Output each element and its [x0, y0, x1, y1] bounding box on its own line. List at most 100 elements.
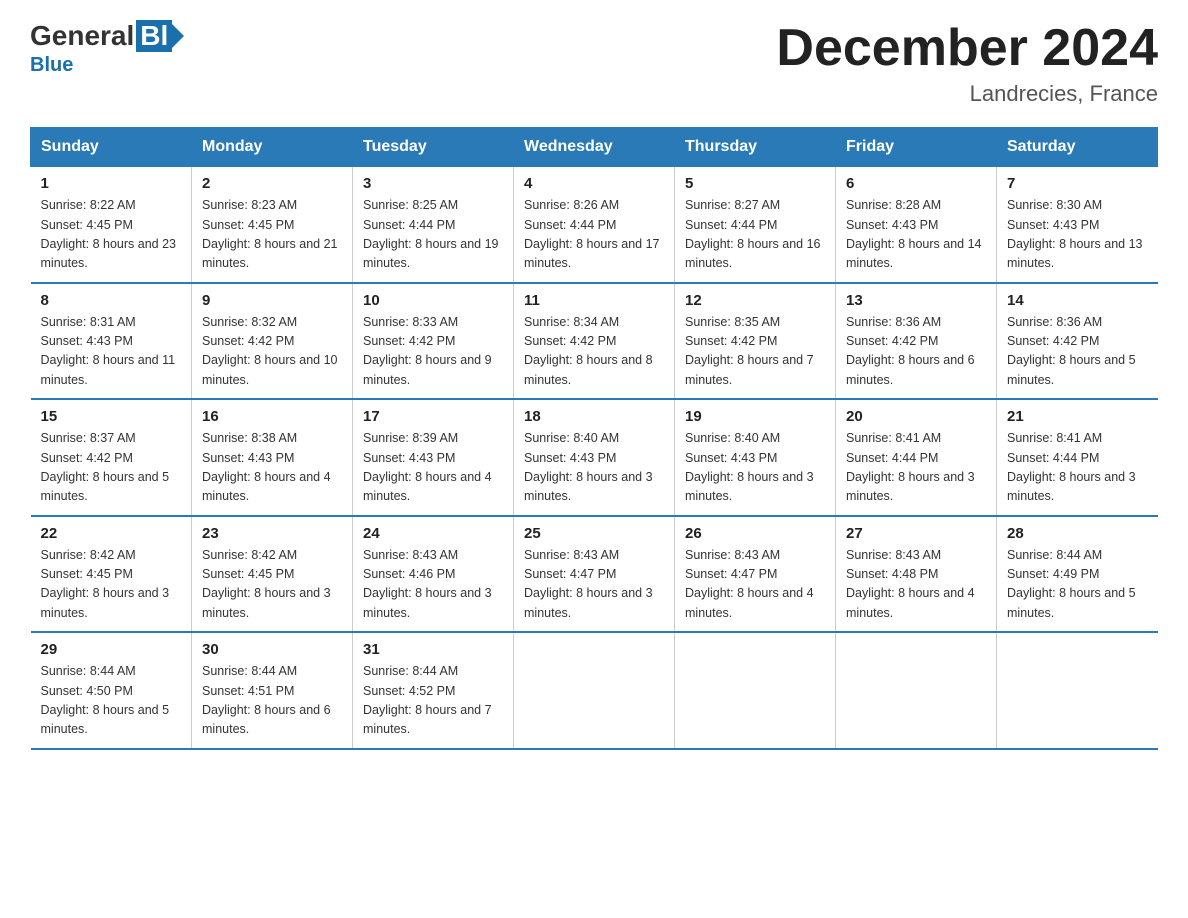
calendar-table: SundayMondayTuesdayWednesdayThursdayFrid…	[30, 127, 1158, 750]
day-info: Sunrise: 8:36 AMSunset: 4:42 PMDaylight:…	[1007, 313, 1148, 391]
calendar-cell	[836, 632, 997, 749]
day-number: 9	[202, 292, 342, 309]
day-number: 19	[685, 408, 825, 425]
day-info: Sunrise: 8:36 AMSunset: 4:42 PMDaylight:…	[846, 313, 986, 391]
calendar-cell: 27 Sunrise: 8:43 AMSunset: 4:48 PMDaylig…	[836, 516, 997, 633]
calendar-cell: 2 Sunrise: 8:23 AMSunset: 4:45 PMDayligh…	[192, 167, 353, 283]
page-header: General Bl Blue December 2024 Landrecies…	[30, 20, 1158, 107]
calendar-cell	[514, 632, 675, 749]
day-info: Sunrise: 8:41 AMSunset: 4:44 PMDaylight:…	[1007, 429, 1148, 507]
day-info: Sunrise: 8:38 AMSunset: 4:43 PMDaylight:…	[202, 429, 342, 507]
calendar-cell: 26 Sunrise: 8:43 AMSunset: 4:47 PMDaylig…	[675, 516, 836, 633]
day-number: 20	[846, 408, 986, 425]
day-info: Sunrise: 8:43 AMSunset: 4:47 PMDaylight:…	[524, 546, 664, 624]
day-number: 27	[846, 525, 986, 542]
day-number: 26	[685, 525, 825, 542]
calendar-week-row: 22 Sunrise: 8:42 AMSunset: 4:45 PMDaylig…	[31, 516, 1158, 633]
logo-subtitle: Blue	[30, 54, 73, 77]
day-info: Sunrise: 8:42 AMSunset: 4:45 PMDaylight:…	[41, 546, 182, 624]
day-info: Sunrise: 8:42 AMSunset: 4:45 PMDaylight:…	[202, 546, 342, 624]
day-number: 30	[202, 641, 342, 658]
day-number: 3	[363, 175, 503, 192]
calendar-cell: 13 Sunrise: 8:36 AMSunset: 4:42 PMDaylig…	[836, 283, 997, 400]
day-info: Sunrise: 8:40 AMSunset: 4:43 PMDaylight:…	[685, 429, 825, 507]
day-number: 12	[685, 292, 825, 309]
day-number: 15	[41, 408, 182, 425]
calendar-cell: 16 Sunrise: 8:38 AMSunset: 4:43 PMDaylig…	[192, 399, 353, 516]
day-info: Sunrise: 8:32 AMSunset: 4:42 PMDaylight:…	[202, 313, 342, 391]
calendar-cell: 14 Sunrise: 8:36 AMSunset: 4:42 PMDaylig…	[997, 283, 1158, 400]
day-number: 29	[41, 641, 182, 658]
calendar-cell: 28 Sunrise: 8:44 AMSunset: 4:49 PMDaylig…	[997, 516, 1158, 633]
month-title: December 2024	[776, 20, 1158, 77]
day-number: 11	[524, 292, 664, 309]
weekday-header-monday: Monday	[192, 128, 353, 167]
day-number: 7	[1007, 175, 1148, 192]
location: Landrecies, France	[776, 81, 1158, 107]
calendar-cell: 23 Sunrise: 8:42 AMSunset: 4:45 PMDaylig…	[192, 516, 353, 633]
day-info: Sunrise: 8:41 AMSunset: 4:44 PMDaylight:…	[846, 429, 986, 507]
day-number: 10	[363, 292, 503, 309]
day-info: Sunrise: 8:44 AMSunset: 4:51 PMDaylight:…	[202, 662, 342, 740]
day-number: 14	[1007, 292, 1148, 309]
calendar-cell: 20 Sunrise: 8:41 AMSunset: 4:44 PMDaylig…	[836, 399, 997, 516]
calendar-week-row: 8 Sunrise: 8:31 AMSunset: 4:43 PMDayligh…	[31, 283, 1158, 400]
logo: General Bl Blue	[30, 20, 184, 77]
weekday-header-sunday: Sunday	[31, 128, 192, 167]
calendar-week-row: 15 Sunrise: 8:37 AMSunset: 4:42 PMDaylig…	[31, 399, 1158, 516]
day-info: Sunrise: 8:43 AMSunset: 4:48 PMDaylight:…	[846, 546, 986, 624]
calendar-week-row: 1 Sunrise: 8:22 AMSunset: 4:45 PMDayligh…	[31, 167, 1158, 283]
day-info: Sunrise: 8:37 AMSunset: 4:42 PMDaylight:…	[41, 429, 182, 507]
day-number: 6	[846, 175, 986, 192]
day-info: Sunrise: 8:39 AMSunset: 4:43 PMDaylight:…	[363, 429, 503, 507]
day-info: Sunrise: 8:43 AMSunset: 4:46 PMDaylight:…	[363, 546, 503, 624]
calendar-week-row: 29 Sunrise: 8:44 AMSunset: 4:50 PMDaylig…	[31, 632, 1158, 749]
weekday-header-row: SundayMondayTuesdayWednesdayThursdayFrid…	[31, 128, 1158, 167]
calendar-cell: 6 Sunrise: 8:28 AMSunset: 4:43 PMDayligh…	[836, 167, 997, 283]
day-info: Sunrise: 8:43 AMSunset: 4:47 PMDaylight:…	[685, 546, 825, 624]
day-number: 2	[202, 175, 342, 192]
calendar-cell: 29 Sunrise: 8:44 AMSunset: 4:50 PMDaylig…	[31, 632, 192, 749]
day-info: Sunrise: 8:44 AMSunset: 4:52 PMDaylight:…	[363, 662, 503, 740]
day-info: Sunrise: 8:28 AMSunset: 4:43 PMDaylight:…	[846, 196, 986, 274]
logo-arrow-icon	[170, 22, 184, 50]
calendar-cell: 30 Sunrise: 8:44 AMSunset: 4:51 PMDaylig…	[192, 632, 353, 749]
calendar-cell: 10 Sunrise: 8:33 AMSunset: 4:42 PMDaylig…	[353, 283, 514, 400]
calendar-cell: 22 Sunrise: 8:42 AMSunset: 4:45 PMDaylig…	[31, 516, 192, 633]
day-number: 23	[202, 525, 342, 542]
day-number: 17	[363, 408, 503, 425]
day-number: 5	[685, 175, 825, 192]
day-info: Sunrise: 8:31 AMSunset: 4:43 PMDaylight:…	[41, 313, 182, 391]
calendar-cell: 7 Sunrise: 8:30 AMSunset: 4:43 PMDayligh…	[997, 167, 1158, 283]
day-info: Sunrise: 8:27 AMSunset: 4:44 PMDaylight:…	[685, 196, 825, 274]
day-info: Sunrise: 8:35 AMSunset: 4:42 PMDaylight:…	[685, 313, 825, 391]
calendar-cell: 8 Sunrise: 8:31 AMSunset: 4:43 PMDayligh…	[31, 283, 192, 400]
calendar-cell: 12 Sunrise: 8:35 AMSunset: 4:42 PMDaylig…	[675, 283, 836, 400]
calendar-cell	[997, 632, 1158, 749]
day-number: 21	[1007, 408, 1148, 425]
day-info: Sunrise: 8:23 AMSunset: 4:45 PMDaylight:…	[202, 196, 342, 274]
weekday-header-wednesday: Wednesday	[514, 128, 675, 167]
calendar-cell: 24 Sunrise: 8:43 AMSunset: 4:46 PMDaylig…	[353, 516, 514, 633]
calendar-cell: 3 Sunrise: 8:25 AMSunset: 4:44 PMDayligh…	[353, 167, 514, 283]
day-info: Sunrise: 8:44 AMSunset: 4:50 PMDaylight:…	[41, 662, 182, 740]
day-info: Sunrise: 8:26 AMSunset: 4:44 PMDaylight:…	[524, 196, 664, 274]
calendar-cell: 1 Sunrise: 8:22 AMSunset: 4:45 PMDayligh…	[31, 167, 192, 283]
day-info: Sunrise: 8:30 AMSunset: 4:43 PMDaylight:…	[1007, 196, 1148, 274]
day-number: 16	[202, 408, 342, 425]
calendar-cell: 19 Sunrise: 8:40 AMSunset: 4:43 PMDaylig…	[675, 399, 836, 516]
calendar-cell: 15 Sunrise: 8:37 AMSunset: 4:42 PMDaylig…	[31, 399, 192, 516]
day-number: 13	[846, 292, 986, 309]
calendar-cell	[675, 632, 836, 749]
day-number: 18	[524, 408, 664, 425]
day-number: 1	[41, 175, 182, 192]
day-info: Sunrise: 8:22 AMSunset: 4:45 PMDaylight:…	[41, 196, 182, 274]
day-number: 24	[363, 525, 503, 542]
day-number: 4	[524, 175, 664, 192]
day-info: Sunrise: 8:33 AMSunset: 4:42 PMDaylight:…	[363, 313, 503, 391]
calendar-cell: 9 Sunrise: 8:32 AMSunset: 4:42 PMDayligh…	[192, 283, 353, 400]
day-number: 22	[41, 525, 182, 542]
calendar-cell: 31 Sunrise: 8:44 AMSunset: 4:52 PMDaylig…	[353, 632, 514, 749]
day-number: 8	[41, 292, 182, 309]
calendar-cell: 4 Sunrise: 8:26 AMSunset: 4:44 PMDayligh…	[514, 167, 675, 283]
